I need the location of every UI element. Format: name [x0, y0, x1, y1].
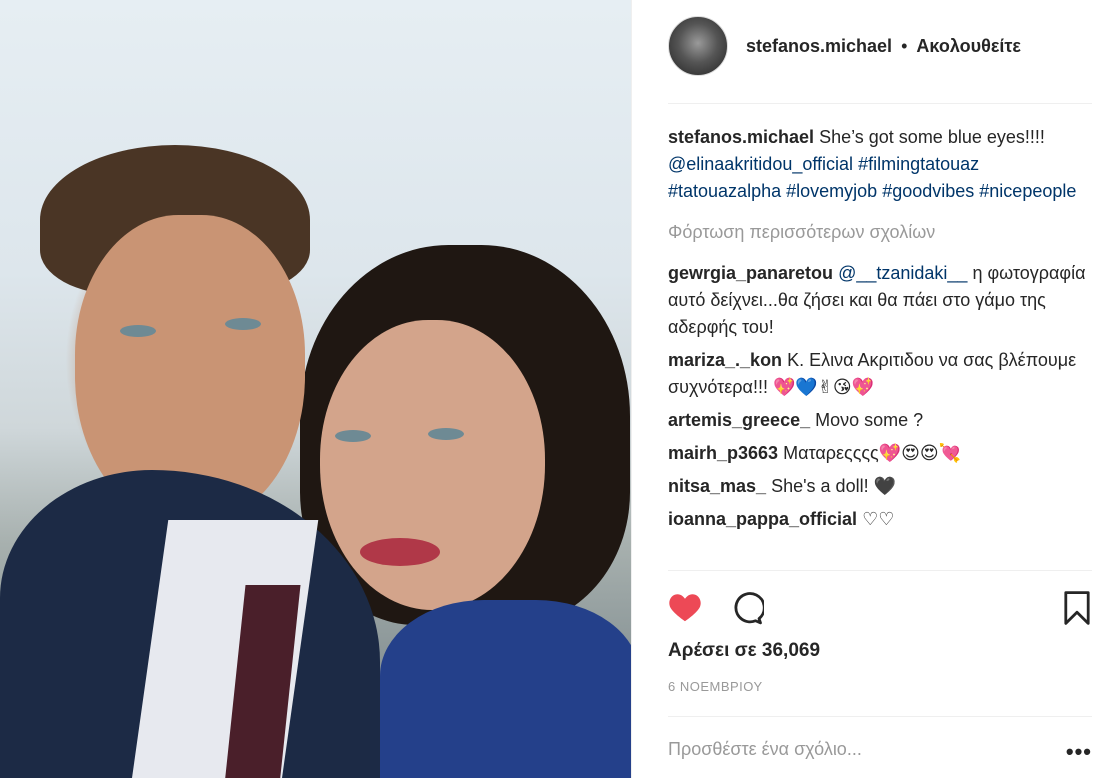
likes-count[interactable]: Αρέσει σε 36,069: [668, 640, 820, 662]
separator-dot: •: [901, 36, 908, 56]
caption-mention[interactable]: @elinaakritidou_official: [668, 154, 853, 174]
bookmark-icon[interactable]: [1063, 591, 1091, 625]
comment-username[interactable]: gewrgia_panaretou: [668, 263, 833, 283]
follow-status-button[interactable]: Ακολουθείτε: [916, 36, 1021, 56]
post-details-panel: stefanos.michael • Ακολουθείτε stefanos.…: [631, 0, 1111, 778]
load-more-comments-link[interactable]: Φόρτωση περισσότερων σχολίων: [668, 219, 1092, 246]
hashtag[interactable]: #lovemyjob: [786, 181, 877, 201]
photo-shape: [335, 430, 371, 442]
post-header: stefanos.michael • Ακολουθείτε: [668, 16, 1092, 104]
comments-list: stefanos.michael She’s got some blue eye…: [668, 124, 1092, 539]
comment-username[interactable]: nitsa_mas_: [668, 476, 766, 496]
hashtag[interactable]: #nicepeople: [979, 181, 1076, 201]
comment-item: gewrgia_panaretou @__tzanidaki__ η φωτογ…: [668, 260, 1092, 341]
caption-username[interactable]: stefanos.michael: [668, 127, 814, 147]
caption-text: She’s got some blue eyes!!!!: [819, 127, 1045, 147]
comment-text: Μονο some ?: [815, 410, 924, 430]
post-photo[interactable]: [0, 0, 631, 778]
hashtag[interactable]: #filmingtatouaz: [858, 154, 979, 174]
comment-item: artemis_greece_ Μονο some ?: [668, 407, 1092, 434]
comment-text: She's a doll! 🖤: [771, 476, 896, 496]
heart-icon[interactable]: [668, 591, 702, 623]
comment-username[interactable]: mariza_._kon: [668, 350, 782, 370]
photo-shape: [428, 428, 464, 440]
avatar[interactable]: [668, 16, 728, 76]
comment-item: ioanna_pappa_official ♡♡: [668, 506, 1092, 533]
comment-username[interactable]: artemis_greece_: [668, 410, 810, 430]
comment-text: ♡♡: [862, 509, 895, 529]
header-username[interactable]: stefanos.michael: [746, 36, 892, 56]
caption: stefanos.michael She’s got some blue eye…: [668, 124, 1092, 205]
photo-shape: [380, 600, 631, 778]
action-bar: [668, 570, 1092, 625]
comment-item: mairh_p3663 Ματαρεςςςς💖😍😍💘: [668, 440, 1092, 467]
comment-mention[interactable]: @__tzanidaki__: [838, 263, 967, 283]
photo-shape: [320, 320, 545, 610]
photo-shape: [120, 325, 156, 337]
add-comment-bar: Προσθέστε ένα σχόλιο... •••: [668, 716, 1092, 778]
photo-shape: [360, 538, 440, 566]
comment-icon[interactable]: [730, 591, 764, 625]
add-comment-input[interactable]: Προσθέστε ένα σχόλιο...: [668, 739, 862, 760]
comment-item: nitsa_mas_ She's a doll! 🖤: [668, 473, 1092, 500]
comment-text: Ματαρεςςςς💖😍😍💘: [783, 443, 962, 463]
more-icon[interactable]: •••: [1066, 739, 1092, 765]
comment-username[interactable]: mairh_p3663: [668, 443, 778, 463]
post-date[interactable]: 6 ΝΟΕΜΒΡΙΟΥ: [668, 679, 763, 694]
comment-item: mariza_._kon Κ. Ελινα Ακριτιδου να σας β…: [668, 347, 1092, 401]
header-text: stefanos.michael • Ακολουθείτε: [746, 36, 1021, 57]
hashtag[interactable]: #goodvibes: [882, 181, 974, 201]
hashtag[interactable]: #tatouazalpha: [668, 181, 781, 201]
comment-username[interactable]: ioanna_pappa_official: [668, 509, 857, 529]
photo-shape: [225, 318, 261, 330]
